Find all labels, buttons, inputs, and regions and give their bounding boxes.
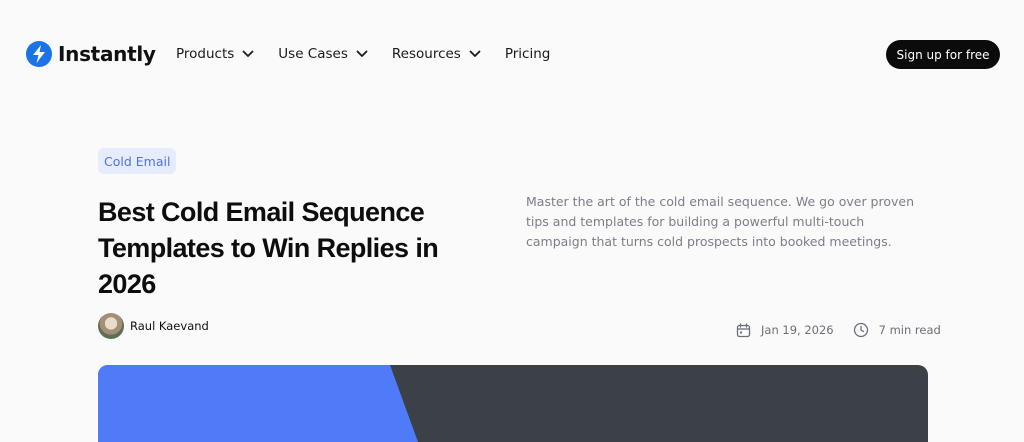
nav-item-resources[interactable]: Resources — [392, 46, 481, 62]
chevron-down-icon — [469, 50, 481, 58]
brand-name: Instantly — [58, 42, 156, 66]
hero-image — [98, 365, 928, 442]
author[interactable]: Raul Kaevand — [98, 313, 209, 339]
nav-item-label: Pricing — [504, 46, 551, 62]
lightning-bolt-icon — [26, 41, 52, 67]
avatar — [98, 313, 124, 339]
chevron-down-icon — [356, 50, 368, 58]
site-header: Instantly Products Use Cases Resources P… — [0, 0, 1024, 108]
nav-item-label: Products — [176, 46, 235, 62]
author-name: Raul Kaevand — [130, 319, 209, 333]
article-description: Master the art of the cold email sequenc… — [526, 194, 915, 249]
brand-logo[interactable]: Instantly — [26, 40, 156, 68]
category-tag[interactable]: Cold Email — [98, 148, 177, 174]
publish-date: Jan 19, 2026 — [761, 323, 834, 337]
hero-accent-shape — [98, 365, 418, 442]
calendar-icon — [736, 322, 751, 338]
article-meta: Jan 19, 2026 7 min read — [736, 321, 941, 339]
nav-item-products[interactable]: Products — [176, 46, 254, 62]
chevron-down-icon — [242, 50, 254, 58]
nav-item-pricing[interactable]: Pricing — [505, 46, 551, 62]
main-nav: Products Use Cases Resources Pricing — [176, 44, 574, 64]
read-time: 7 min read — [878, 323, 941, 337]
nav-item-label: Use Cases — [278, 46, 348, 62]
clock-icon — [853, 322, 869, 338]
signup-button[interactable]: Sign up for free — [886, 40, 1000, 69]
nav-item-label: Resources — [391, 46, 461, 62]
article-title: Best Cold Email Sequence Templates to Wi… — [98, 197, 439, 299]
nav-item-use-cases[interactable]: Use Cases — [278, 46, 368, 62]
